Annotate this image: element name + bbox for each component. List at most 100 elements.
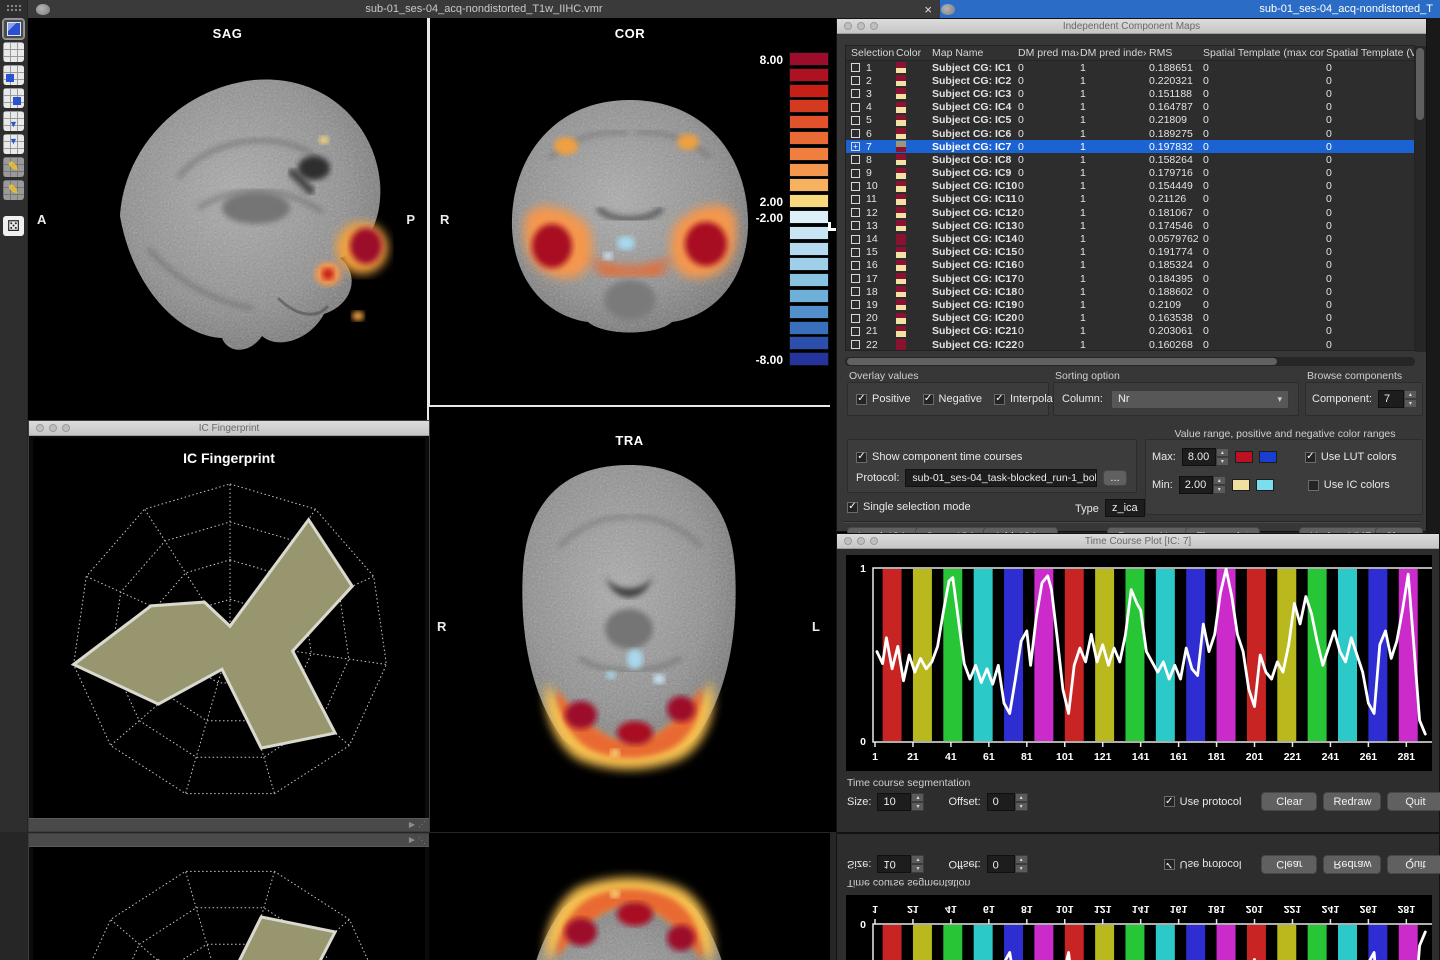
clear-button[interactable]: Clear (1261, 792, 1317, 811)
use-protocol-checkbox[interactable]: Use protocol (1164, 859, 1242, 871)
column-header[interactable]: DM pred ma› (1018, 47, 1080, 59)
row-checkbox[interactable] (851, 76, 860, 85)
row-checkbox[interactable] (851, 103, 860, 112)
row-checkbox[interactable] (851, 261, 860, 270)
table-row[interactable]: 17Subject CG: IC17010.18439500 (846, 272, 1414, 285)
table-row[interactable]: 1Subject CG: IC1010.18865100 (846, 61, 1414, 74)
grid-arrow-down-icon[interactable] (3, 111, 24, 131)
grid-col-left-icon[interactable] (3, 65, 24, 85)
resize-grip-icon[interactable]: ⋰ (418, 820, 428, 830)
row-checkbox[interactable] (851, 235, 860, 244)
row-checkbox[interactable] (851, 169, 860, 178)
negative-checkbox[interactable]: Negative (923, 393, 982, 405)
offset-stepper[interactable]: 0▴▾ (987, 856, 1028, 874)
table-row[interactable]: 4Subject CG: IC4010.16478700 (846, 101, 1414, 114)
row-checkbox[interactable] (851, 182, 860, 191)
row-checkbox[interactable] (851, 327, 860, 336)
table-row[interactable]: 12Subject CG: IC12010.18106700 (846, 206, 1414, 219)
draw-tool-icon[interactable] (3, 157, 24, 177)
row-checkbox[interactable] (851, 116, 860, 125)
positive-lut-swatch-dark[interactable] (1235, 451, 1253, 463)
move-handle-icon[interactable] (6, 4, 22, 13)
use-ic-colors-checkbox[interactable]: Use IC colors (1308, 479, 1390, 491)
single-selection-checkbox[interactable]: Single selection mode (847, 501, 971, 513)
max-stepper[interactable]: 8.00▴▾ (1182, 448, 1229, 466)
row-checkbox[interactable] (851, 287, 860, 296)
min-stepper[interactable]: 2.00▴▾ (1179, 476, 1226, 494)
negative-lut-swatch-light[interactable] (1256, 479, 1274, 491)
row-checkbox[interactable] (851, 248, 860, 257)
row-checkbox[interactable]: + (851, 142, 860, 151)
window-buttons[interactable] (844, 537, 878, 545)
row-checkbox[interactable] (851, 63, 860, 72)
positive-lut-swatch-light[interactable] (1232, 479, 1250, 491)
close-icon[interactable]: × (924, 2, 932, 17)
sag-view[interactable]: SAG A P (28, 18, 427, 420)
column-header[interactable]: Selection (851, 47, 896, 59)
column-header[interactable]: Spatial Template (max cor (1203, 47, 1326, 59)
negative-lut-swatch-dark[interactable] (1259, 451, 1277, 463)
table-row[interactable]: 6Subject CG: IC6010.18927500 (846, 127, 1414, 140)
table-row[interactable]: 5Subject CG: IC5010.2180900 (846, 114, 1414, 127)
grid-view-icon[interactable] (3, 42, 24, 62)
row-checkbox[interactable] (851, 221, 860, 230)
use-protocol-checkbox[interactable]: Use protocol (1164, 796, 1242, 808)
row-checkbox[interactable] (851, 314, 860, 323)
positive-checkbox[interactable]: Positive (856, 393, 911, 405)
cor-view[interactable]: COR R 8.002.00-2.00-8.00 (430, 18, 830, 420)
table-row[interactable]: 16Subject CG: IC16010.18532400 (846, 259, 1414, 272)
table-row[interactable]: 19Subject CG: IC19010.210900 (846, 298, 1414, 311)
interpolate-checkbox[interactable]: Interpolate (994, 393, 1062, 405)
table-row[interactable]: 14Subject CG: IC14010.057976200 (846, 232, 1414, 245)
fingerprint-scrollbar[interactable] (29, 818, 429, 831)
table-row[interactable]: 22Subject CG: IC22010.16026800 (846, 338, 1414, 351)
row-checkbox[interactable] (851, 129, 860, 138)
table-row[interactable]: 20Subject CG: IC20010.16353800 (846, 312, 1414, 325)
protocol-field[interactable]: sub-01_ses-04_task-blocked_run-1_bold.pr… (905, 469, 1097, 487)
dice-pattern-icon[interactable]: ⚄ (3, 216, 24, 236)
table-vscrollbar[interactable] (1415, 46, 1426, 352)
fingerprint-scrollbar[interactable] (29, 834, 429, 847)
vmr-titlebar[interactable]: sub-01_ses-04_acq-nondistorted_T1w_IIHC.… (28, 0, 940, 18)
time-course-titlebar[interactable]: Time Course Plot [IC: 7] (837, 534, 1439, 549)
column-header[interactable]: DM pred inde› (1080, 47, 1149, 59)
size-stepper[interactable]: 10▴▾ (877, 856, 924, 874)
grid-arrow-up-icon[interactable] (3, 134, 24, 154)
row-checkbox[interactable] (851, 300, 860, 309)
table-row[interactable]: 15Subject CG: IC15010.19177400 (846, 246, 1414, 259)
table-row[interactable]: +7Subject CG: IC7010.19783200 (846, 140, 1414, 153)
tra-view[interactable]: TRA R L (429, 407, 830, 814)
table-row[interactable]: 21Subject CG: IC21010.20306100 (846, 325, 1414, 338)
table-row[interactable]: 18Subject CG: IC18010.18860200 (846, 285, 1414, 298)
quit-button[interactable]: Quit (1387, 855, 1440, 874)
table-row[interactable]: 3Subject CG: IC3010.15118800 (846, 87, 1414, 100)
fingerprint-titlebar[interactable]: IC Fingerprint (29, 421, 429, 436)
clear-button[interactable]: Clear (1261, 855, 1317, 874)
column-header[interactable]: Color (896, 47, 932, 59)
window-buttons[interactable] (36, 424, 70, 432)
redraw-button[interactable]: Redraw (1323, 792, 1381, 811)
offset-stepper[interactable]: 0▴▾ (987, 793, 1028, 811)
component-stepper[interactable]: 7 ▴▾ (1378, 390, 1417, 408)
column-header[interactable]: Map Name (932, 47, 1018, 59)
table-row[interactable]: 9Subject CG: IC9010.17971600 (846, 167, 1414, 180)
table-row[interactable]: 13Subject CG: IC13010.17454600 (846, 219, 1414, 232)
redraw-button[interactable]: Redraw (1323, 855, 1381, 874)
icm-titlebar[interactable]: Independent Component Maps (837, 19, 1426, 34)
row-checkbox[interactable] (851, 89, 860, 98)
size-stepper[interactable]: 10▴▾ (877, 793, 924, 811)
quit-button[interactable]: Quit (1387, 792, 1440, 811)
table-row[interactable]: 10Subject CG: IC10010.15444900 (846, 180, 1414, 193)
show-time-courses-checkbox[interactable]: Show component time courses (856, 451, 1022, 463)
table-row[interactable]: 8Subject CG: IC8010.15826400 (846, 153, 1414, 166)
draw-tool-alt-icon[interactable] (3, 180, 24, 200)
row-checkbox[interactable] (851, 274, 860, 283)
background-window-titlebar[interactable]: sub-01_ses-04_acq-nondistorted_T (933, 0, 1440, 18)
window-buttons[interactable] (844, 22, 878, 30)
table-row[interactable]: 11Subject CG: IC11010.2112600 (846, 193, 1414, 206)
table-header[interactable]: SelectionColorMap NameDM pred ma›DM pred… (846, 46, 1414, 61)
column-header[interactable]: RMS (1149, 47, 1203, 59)
use-lut-colors-checkbox[interactable]: Use LUT colors (1305, 451, 1397, 463)
grid-col-right-icon[interactable] (3, 88, 24, 108)
view-3d-cube-icon[interactable] (3, 19, 24, 39)
